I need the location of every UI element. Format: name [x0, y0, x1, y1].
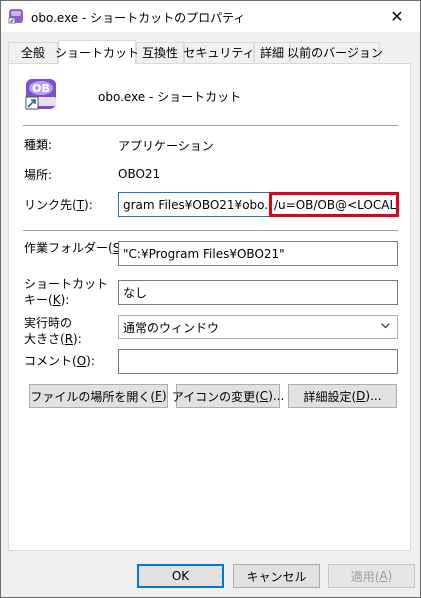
- tab-security[interactable]: セキュリティ: [183, 42, 255, 62]
- location-value: OBO21: [118, 167, 161, 181]
- type-label: 種類:: [24, 138, 53, 152]
- shortcutkey-label-line2: キー(K):: [24, 293, 70, 307]
- tab-label: 全般: [20, 46, 45, 60]
- icon-text: OB: [32, 82, 50, 95]
- tab-compatibility[interactable]: 互換性: [136, 42, 184, 62]
- change-icon-button[interactable]: アイコンの変更(C)...: [172, 384, 284, 408]
- obo-shortcut-icon: OB: [25, 79, 56, 110]
- button-label: 詳細設定(: [303, 389, 357, 404]
- comment-input[interactable]: [118, 349, 398, 374]
- apply-button[interactable]: 適用(A): [328, 564, 415, 588]
- target-input[interactable]: gram Files¥OBO21¥obo.exe": [118, 192, 270, 217]
- target-value: gram Files¥OBO21¥obo.exe": [123, 197, 269, 212]
- workdir-input[interactable]: "C:¥Program Files¥OBO21": [118, 241, 398, 266]
- button-label: キャンセル: [246, 569, 307, 584]
- open-file-location-button[interactable]: ファイルの場所を開く(F): [29, 384, 168, 408]
- target-arguments-highlight[interactable]: /u=OB/OB@<LOCAL>: [269, 192, 399, 217]
- location-label: 場所:: [24, 168, 53, 182]
- target-label: リンク先(T):: [24, 198, 93, 212]
- divider: [23, 230, 398, 231]
- app-icon: [8, 9, 23, 24]
- shortcutkey-label: ショートカット: [24, 277, 109, 291]
- button-label: ファイルの場所を開く(: [30, 389, 156, 404]
- tab-label: 以前のバージョン: [287, 46, 383, 60]
- tab-label: 互換性: [141, 46, 178, 60]
- properties-window: obo.exe - ショートカットのプロパティ ✕ 全般 ショートカット 互換性…: [0, 0, 421, 598]
- advanced-button[interactable]: 詳細設定(D)...: [288, 384, 397, 408]
- window-title: obo.exe - ショートカットのプロパティ: [31, 11, 246, 25]
- close-icon: ✕: [390, 7, 404, 26]
- tab-general[interactable]: 全般: [8, 42, 58, 62]
- tab-previous-versions[interactable]: 以前のバージョン: [287, 42, 383, 62]
- button-label: アイコンの変更(: [171, 389, 260, 404]
- button-label: OK: [171, 569, 190, 583]
- type-value: アプリケーション: [118, 139, 214, 153]
- tab-details[interactable]: 詳細: [254, 42, 290, 62]
- workdir-value: "C:¥Program Files¥OBO21": [123, 246, 285, 261]
- tab-label: ショートカット: [55, 46, 140, 60]
- shortcutkey-value: なし: [123, 286, 148, 300]
- run-label-line2: 大きさ(R):: [24, 332, 82, 346]
- workdir-label: 作業フォルダー(S):: [24, 241, 129, 255]
- cancel-button[interactable]: キャンセル: [233, 564, 320, 588]
- shortcutkey-input[interactable]: なし: [118, 280, 398, 305]
- run-select[interactable]: 通常のウィンドウ: [118, 315, 398, 339]
- shortcut-name: obo.exe - ショートカット: [98, 90, 242, 104]
- tab-shortcut[interactable]: ショートカット: [55, 40, 140, 64]
- tab-label: セキュリティ: [183, 46, 255, 60]
- tab-strip: 全般 ショートカット 互換性 セキュリティ 詳細 以前のバージョン: [8, 40, 414, 64]
- tab-label: 詳細: [259, 46, 284, 60]
- run-label: 実行時の: [24, 316, 73, 330]
- title-bar[interactable]: obo.exe - ショートカットのプロパティ ✕: [1, 1, 420, 32]
- button-label: 適用(: [350, 569, 380, 584]
- run-value: 通常のウィンドウ: [123, 320, 220, 335]
- chevron-down-icon: [380, 320, 391, 334]
- ok-button[interactable]: OK: [137, 564, 224, 588]
- divider: [23, 125, 398, 126]
- comment-label: コメント(O):: [24, 354, 95, 368]
- target-arguments: /u=OB/OB@<LOCAL>: [274, 197, 399, 212]
- close-button[interactable]: ✕: [374, 1, 420, 32]
